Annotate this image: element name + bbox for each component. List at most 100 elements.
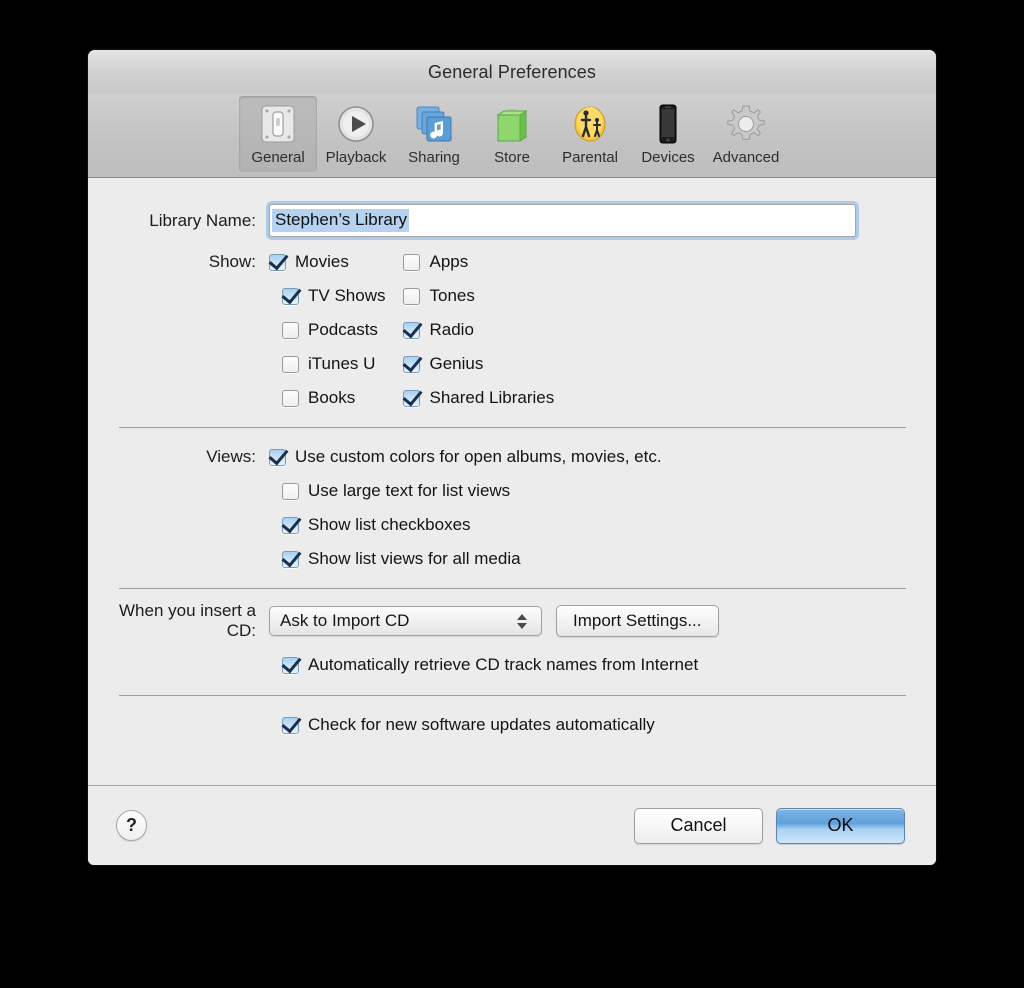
show-section: Show: Movies TV Shows Podcasts iTunes U … — [88, 245, 936, 415]
checkbox-movies-box[interactable] — [269, 253, 286, 271]
help-button[interactable]: ? — [116, 810, 147, 841]
checkbox-tones-label: Tones — [429, 286, 475, 305]
preferences-body: Library Name: Stephen’s Library Show: Mo… — [88, 178, 936, 785]
checkbox-radio-label: Radio — [429, 320, 474, 339]
library-name-value: Stephen’s Library — [272, 208, 409, 233]
tab-general[interactable]: General — [239, 96, 317, 172]
checkbox-itunes-u-label: iTunes U — [308, 354, 376, 373]
tab-store[interactable]: Store — [473, 96, 551, 172]
checkbox-custom-colors-label: Use custom colors for open albums, movie… — [295, 447, 662, 466]
library-name-row: Library Name: Stephen’s Library — [88, 204, 936, 237]
show-right-column: Apps Tones Radio Genius Shared Libraries — [403, 245, 703, 415]
tab-store-label: Store — [494, 149, 530, 166]
tab-parental-label: Parental — [562, 149, 618, 166]
checkbox-list-checkboxes-box[interactable] — [282, 516, 299, 534]
checkbox-tv-shows-label: TV Shows — [308, 286, 386, 305]
tab-devices-label: Devices — [641, 149, 695, 166]
checkbox-auto-retrieve-cd-box[interactable] — [282, 656, 299, 674]
import-settings-button[interactable]: Import Settings... — [556, 605, 719, 637]
library-name-input[interactable]: Stephen’s Library — [269, 204, 856, 237]
checkbox-large-text[interactable]: Use large text for list views — [282, 474, 936, 508]
checkbox-list-views-all-media-label: Show list views for all media — [308, 549, 521, 568]
toggle-switch-icon — [257, 102, 299, 146]
tab-general-label: General — [251, 149, 305, 166]
cd-section: When you insert a CD: Ask to Import CD I… — [88, 601, 936, 682]
checkbox-shared-libraries-label: Shared Libraries — [429, 388, 555, 407]
divider-1 — [119, 427, 906, 428]
checkbox-podcasts-box[interactable] — [282, 321, 299, 339]
checkbox-software-updates-label: Check for new software updates automatic… — [308, 715, 655, 734]
checkbox-radio[interactable]: Radio — [403, 313, 703, 347]
checkbox-books-box[interactable] — [282, 389, 299, 407]
gear-icon — [725, 102, 767, 146]
checkbox-custom-colors-box[interactable] — [269, 448, 286, 466]
show-label: Show: — [208, 252, 256, 271]
checkbox-tones[interactable]: Tones — [403, 279, 703, 313]
checkbox-large-text-box[interactable] — [282, 482, 299, 500]
window-titlebar: General Preferences — [88, 50, 936, 94]
checkbox-podcasts-label: Podcasts — [308, 320, 378, 339]
checkbox-itunes-u-box[interactable] — [282, 355, 299, 373]
window-title: General Preferences — [428, 61, 596, 82]
ok-button[interactable]: OK — [776, 807, 905, 844]
checkbox-auto-retrieve-cd[interactable]: Automatically retrieve CD track names fr… — [282, 648, 936, 682]
tab-devices[interactable]: Devices — [629, 96, 707, 172]
views-label: Views: — [206, 447, 256, 466]
chevron-updown-icon — [515, 613, 528, 629]
tab-advanced-label: Advanced — [712, 149, 780, 166]
tab-playback-label: Playback — [325, 149, 387, 166]
checkbox-books[interactable]: Books — [282, 381, 385, 415]
checkbox-tones-box[interactable] — [403, 287, 421, 305]
preferences-toolbar: General Playback Sharing Store Parental … — [88, 94, 936, 178]
checkbox-list-views-all-media[interactable]: Show list views for all media — [282, 542, 936, 576]
shopping-bag-icon — [491, 102, 533, 146]
checkbox-auto-retrieve-cd-label: Automatically retrieve CD track names fr… — [308, 655, 699, 674]
checkbox-list-checkboxes-label: Show list checkboxes — [308, 515, 471, 534]
checkbox-apps-label: Apps — [429, 252, 469, 271]
library-name-label: Library Name: — [149, 210, 256, 230]
cd-action-value: Ask to Import CD — [280, 611, 410, 630]
checkbox-shared-libraries[interactable]: Shared Libraries — [403, 381, 703, 415]
checkbox-podcasts[interactable]: Podcasts — [282, 313, 385, 347]
cd-action-select[interactable]: Ask to Import CD — [269, 606, 542, 636]
show-left-column: Show: Movies TV Shows Podcasts iTunes U … — [88, 245, 386, 415]
checkbox-genius-box[interactable] — [403, 355, 421, 373]
checkbox-software-updates[interactable]: Check for new software updates automatic… — [282, 708, 936, 742]
checkbox-books-label: Books — [308, 388, 356, 407]
checkbox-list-checkboxes[interactable]: Show list checkboxes — [282, 508, 936, 542]
divider-3 — [119, 695, 906, 696]
footer-actions: Cancel OK — [634, 807, 905, 844]
views-section: Views: Use custom colors for open albums… — [88, 440, 936, 576]
cd-popup-row: When you insert a CD: Ask to Import CD I… — [88, 601, 936, 641]
checkbox-apps[interactable]: Apps — [403, 245, 703, 279]
checkbox-list-views-all-media-box[interactable] — [282, 550, 299, 568]
checkbox-large-text-label: Use large text for list views — [308, 481, 511, 500]
show-row-movies: Show: Movies — [88, 245, 385, 279]
tab-sharing-label: Sharing — [408, 149, 460, 166]
music-stack-icon — [413, 102, 455, 146]
play-circle-icon — [335, 102, 377, 146]
iphone-icon — [647, 102, 689, 146]
divider-2 — [119, 588, 906, 589]
checkbox-custom-colors[interactable]: Use custom colors for open albums, movie… — [269, 440, 662, 474]
checkbox-genius[interactable]: Genius — [403, 347, 703, 381]
checkbox-tv-shows[interactable]: TV Shows — [282, 279, 385, 313]
checkbox-movies[interactable]: Movies — [269, 245, 349, 279]
tab-advanced[interactable]: Advanced — [707, 96, 785, 172]
dialog-footer: ? Cancel OK — [88, 785, 936, 865]
checkbox-radio-box[interactable] — [403, 321, 421, 339]
checkbox-tv-shows-box[interactable] — [282, 287, 299, 305]
parental-icon — [569, 102, 611, 146]
checkbox-apps-box[interactable] — [403, 253, 421, 271]
checkbox-shared-libraries-box[interactable] — [403, 389, 421, 407]
checkbox-genius-label: Genius — [429, 354, 484, 373]
cancel-button[interactable]: Cancel — [634, 807, 763, 844]
views-row-custom-colors: Views: Use custom colors for open albums… — [88, 440, 936, 474]
checkbox-software-updates-box[interactable] — [282, 716, 299, 734]
tab-playback[interactable]: Playback — [317, 96, 395, 172]
checkbox-itunes-u[interactable]: iTunes U — [282, 347, 385, 381]
preferences-window: General Preferences General Playback Sha… — [88, 50, 936, 865]
cd-insert-label: When you insert a CD: — [118, 601, 256, 640]
tab-sharing[interactable]: Sharing — [395, 96, 473, 172]
tab-parental[interactable]: Parental — [551, 96, 629, 172]
